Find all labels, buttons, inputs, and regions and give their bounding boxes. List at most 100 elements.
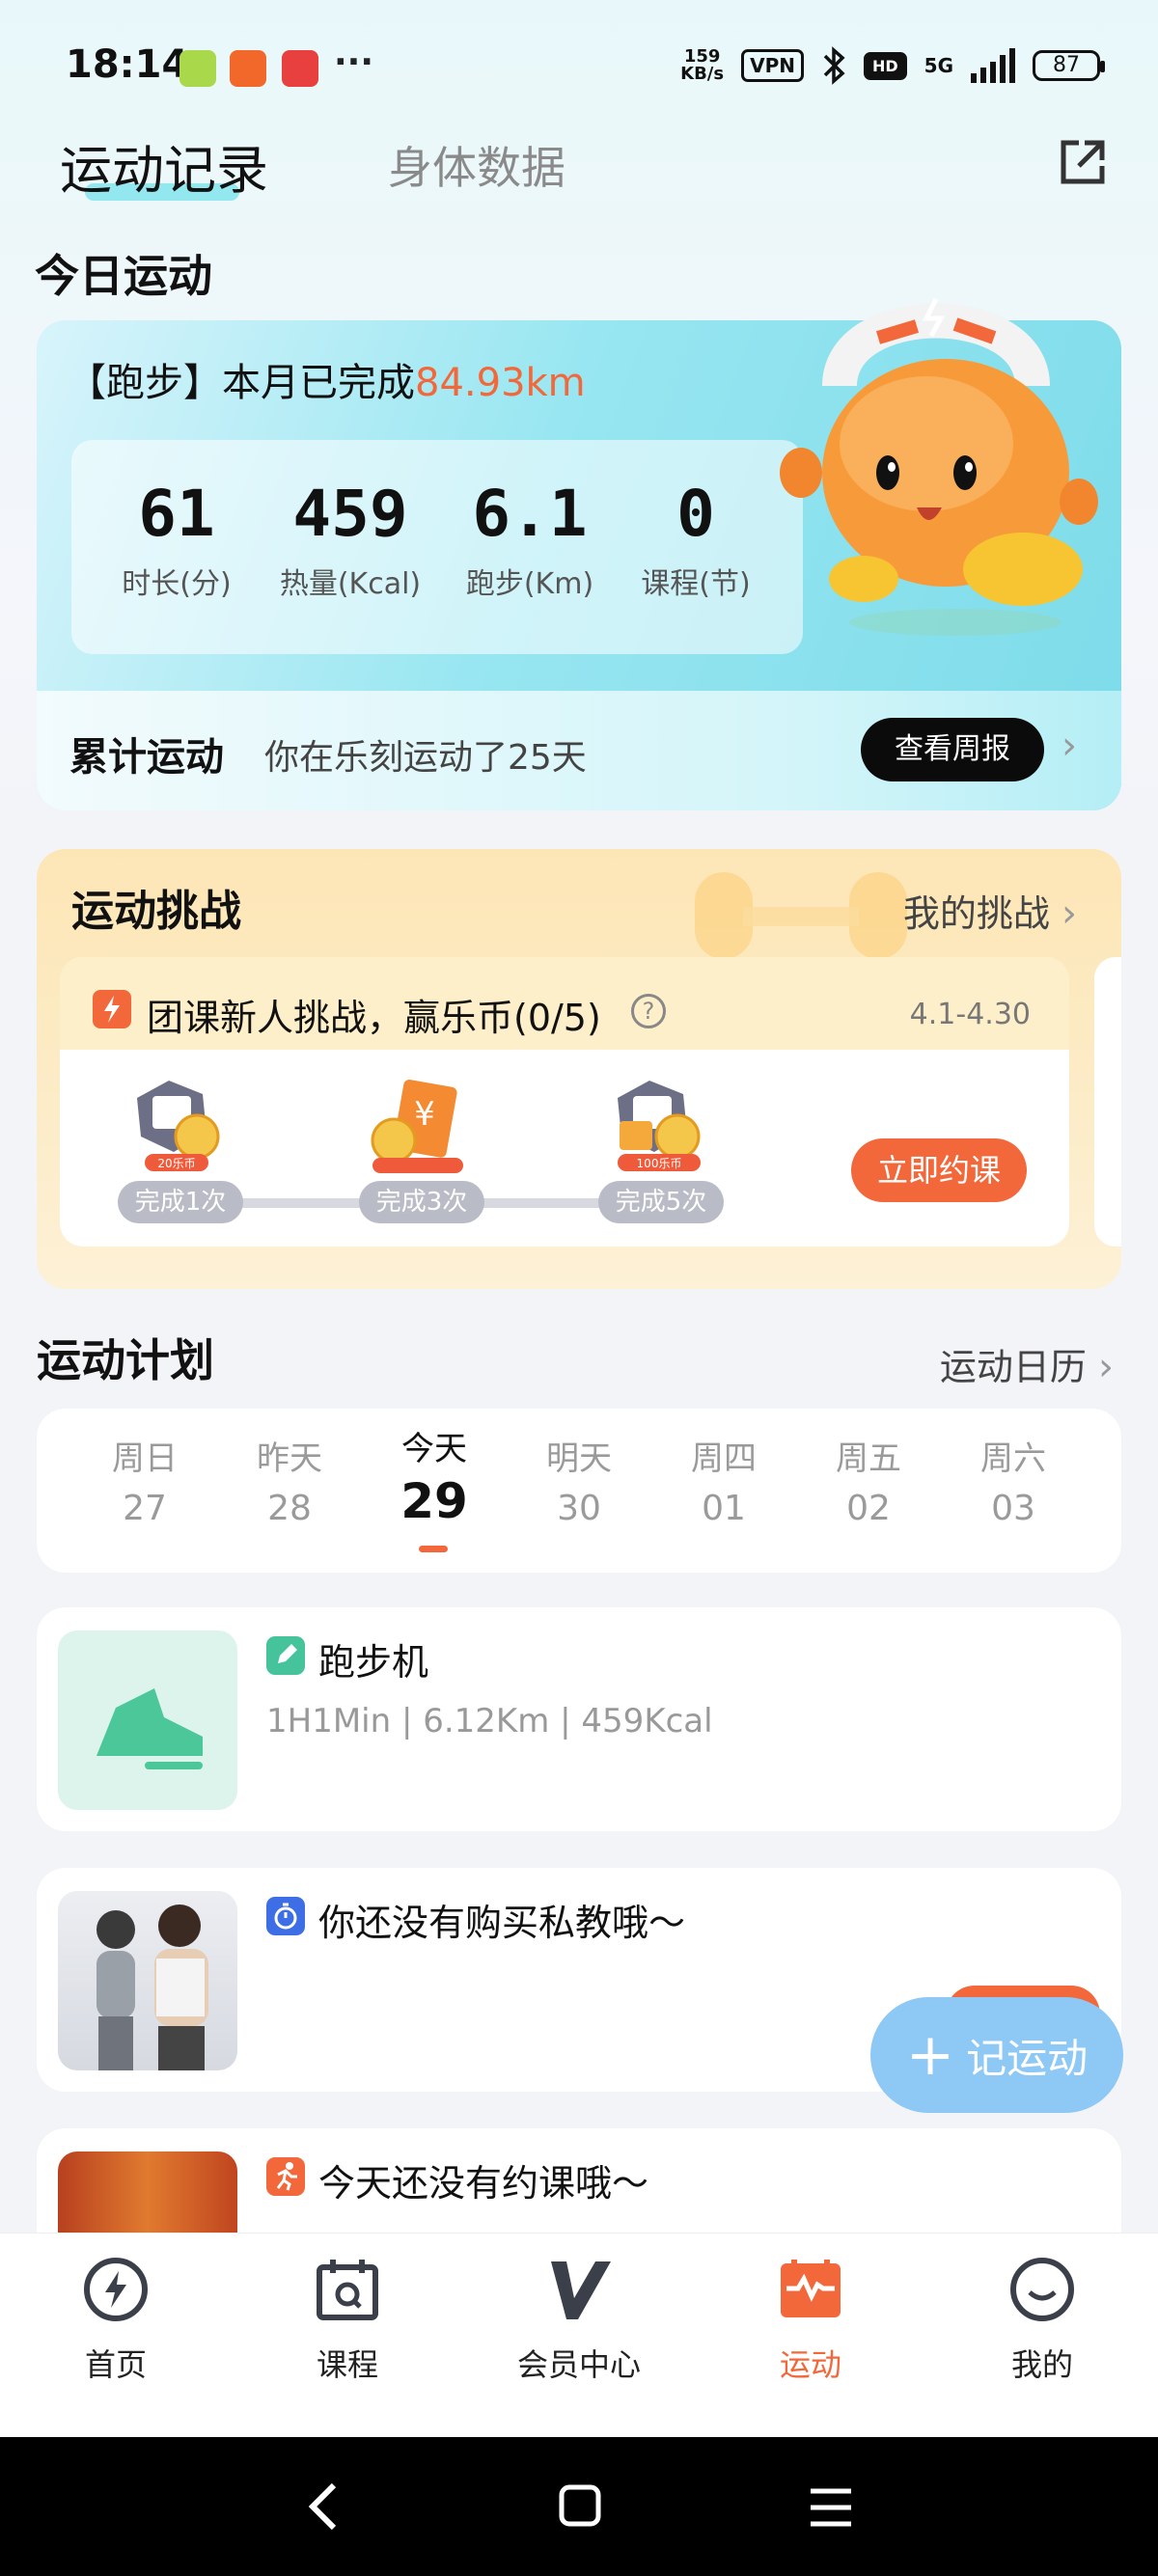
exercise-chart-icon <box>781 2260 841 2317</box>
help-icon[interactable]: ? <box>631 994 666 1028</box>
day-date: 30 <box>557 1489 601 1528</box>
stat-label: 热量(Kcal) <box>279 567 422 601</box>
cumulative-title: 累计运动 <box>69 735 224 780</box>
day-sunday[interactable]: 周日 27 <box>87 1432 203 1528</box>
nav-label: 会员中心 <box>516 2346 641 2383</box>
smile-face-icon <box>1010 2258 1074 2321</box>
cumulative-text: 你在乐刻运动了25天 <box>264 738 587 778</box>
stat-duration: 61 时长(分) <box>95 480 259 602</box>
mascot-illustration <box>780 297 1098 636</box>
log-exercise-label: 记运动 <box>966 2034 1089 2082</box>
day-name: 明天 <box>546 1439 612 1478</box>
network-speed: 159 KB/s <box>680 48 724 83</box>
stat-classes: 0 课程(节) <box>614 480 778 602</box>
recents-menu-icon[interactable] <box>809 2487 853 2528</box>
my-challenge-link[interactable]: 我的挑战 › <box>903 884 1077 937</box>
day-friday[interactable]: 周五 02 <box>811 1432 926 1528</box>
vpn-icon: VPN <box>741 49 804 82</box>
day-name: 周四 <box>691 1439 757 1478</box>
challenge-date-range: 4.1-4.30 <box>909 998 1031 1031</box>
day-name: 今天 <box>401 1430 467 1468</box>
milestone-label: 完成3次 <box>359 1181 484 1223</box>
trainer-figures-icon <box>96 1905 208 2070</box>
svg-text:¥: ¥ <box>414 1095 435 1134</box>
group-class-photo <box>58 2151 237 2234</box>
chevron-right-icon: › <box>1098 1345 1114 1389</box>
today-section-title: 今日运动 <box>35 250 212 302</box>
coupon-reward-icon: ¥ <box>371 1080 463 1173</box>
day-yesterday[interactable]: 昨天 28 <box>232 1432 347 1528</box>
nav-courses[interactable]: 课程 <box>251 2256 444 2385</box>
day-date: 27 <box>123 1489 167 1528</box>
my-challenge-label: 我的挑战 <box>902 892 1050 935</box>
challenge-next-card-peek[interactable] <box>1094 957 1121 1247</box>
calendar-icon <box>317 2260 378 2320</box>
stat-value: 0 <box>676 477 715 551</box>
status-time: 18:14 <box>66 42 189 87</box>
nav-mine[interactable]: 我的 <box>946 2256 1139 2385</box>
home-icon[interactable] <box>558 2483 602 2528</box>
monthly-run-summary: 【跑步】本月已完成84.93km <box>68 351 586 407</box>
plan-item-title: 今天还没有约课哦～ <box>318 2162 649 2205</box>
stat-label: 时长(分) <box>122 567 232 601</box>
bluetooth-icon <box>823 46 845 85</box>
day-today[interactable]: 今天 29 <box>376 1422 492 1529</box>
plus-icon: + <box>905 2021 955 2089</box>
reward-badge-icon: 20乐币 <box>137 1081 220 1171</box>
log-exercise-button[interactable]: + 记运动 <box>870 1997 1123 2113</box>
network-speed-unit: KB/s <box>680 64 725 84</box>
book-class-button[interactable]: 立即约课 <box>851 1138 1027 1202</box>
stat-label: 课程(节) <box>641 567 751 601</box>
day-date: 01 <box>702 1489 746 1528</box>
stat-calories: 459 热量(Kcal) <box>268 480 432 602</box>
share-icon[interactable] <box>1056 135 1110 189</box>
battery-icon: 87 <box>1033 50 1105 81</box>
stat-value: 6.1 <box>472 477 588 551</box>
chevron-right-icon: › <box>1062 891 1077 936</box>
stopwatch-icon <box>266 1897 305 1935</box>
challenge-name: 团课新人挑战，赢乐币(0/5) <box>147 997 601 1039</box>
more-notifications-icon: ··· <box>334 42 374 82</box>
tab-exercise-records[interactable]: 运动记录 <box>60 127 268 204</box>
nav-label: 课程 <box>316 2346 378 2383</box>
dumbbell-icon <box>695 872 907 959</box>
plan-item-subtitle: 1H1Min | 6.12Km | 459Kcal <box>266 1702 713 1740</box>
nav-member-center[interactable]: 会员中心 <box>482 2256 676 2385</box>
day-date: 28 <box>267 1489 312 1528</box>
day-thursday[interactable]: 周四 01 <box>666 1432 782 1528</box>
hd-icon: HD <box>863 51 907 80</box>
app-notification-icon <box>282 50 318 87</box>
day-name: 昨天 <box>257 1439 322 1478</box>
reward-badge-icon: 100乐币 <box>618 1081 701 1171</box>
day-name: 周六 <box>980 1439 1046 1478</box>
network-type: 5G <box>924 54 953 77</box>
challenge-title: 运动挑战 <box>71 887 241 936</box>
chevron-right-icon[interactable]: › <box>1062 724 1077 768</box>
back-icon[interactable] <box>305 2480 344 2534</box>
edit-note-icon <box>266 1636 305 1675</box>
day-name: 周日 <box>112 1439 178 1478</box>
nav-label: 首页 <box>84 2346 147 2383</box>
plan-item-title: 跑步机 <box>318 1641 429 1684</box>
day-name: 周五 <box>836 1439 901 1478</box>
running-figure-icon <box>266 2157 305 2196</box>
exercise-calendar-label: 运动日历 <box>939 1346 1087 1388</box>
today-indicator <box>419 1546 448 1552</box>
signal-icon <box>971 48 1015 83</box>
monthly-run-value: 84.93km <box>415 361 586 405</box>
monthly-run-prefix: 【跑步】本月已完成 <box>68 361 415 405</box>
nav-exercise[interactable]: 运动 <box>714 2256 907 2385</box>
tab-body-data[interactable]: 身体数据 <box>388 133 565 197</box>
status-indicators: 159 KB/s VPN HD 5G 87 <box>680 46 1105 85</box>
exercise-calendar-link[interactable]: 运动日历 › <box>940 1337 1114 1390</box>
day-date: 02 <box>846 1489 891 1528</box>
plan-item-title: 你还没有购买私教哦～ <box>318 1902 686 1944</box>
bolt-icon <box>93 990 131 1028</box>
view-weekly-report-button[interactable]: 查看周报 <box>861 718 1044 781</box>
nav-home[interactable]: 首页 <box>19 2256 212 2385</box>
day-tomorrow[interactable]: 明天 30 <box>521 1432 637 1528</box>
nav-label: 我的 <box>1010 2346 1073 2383</box>
milestone-label: 完成5次 <box>598 1181 724 1223</box>
day-saturday[interactable]: 周六 03 <box>955 1432 1071 1528</box>
running-shoe-thumbnail <box>58 1631 237 1810</box>
